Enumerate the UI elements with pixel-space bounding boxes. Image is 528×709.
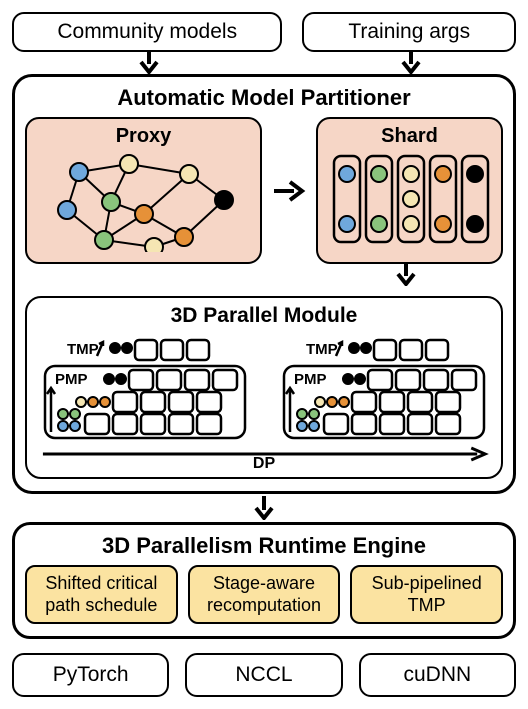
shard-title: Shard	[326, 125, 493, 148]
svg-text:TMP: TMP	[306, 341, 338, 358]
input-community-models: Community models	[12, 12, 282, 52]
backend-cudnn: cuDNN	[359, 653, 516, 697]
runtime-item-schedule: Shifted critical path schedule	[25, 565, 178, 624]
proxy-title: Proxy	[35, 125, 252, 148]
input-training-args: Training args	[302, 12, 516, 52]
parallel-module-title: 3D Parallel Module	[37, 304, 491, 328]
arrow-to-runtime	[12, 496, 516, 520]
arrow-right-icon	[272, 178, 306, 204]
runtime-title: 3D Parallelism Runtime Engine	[25, 533, 503, 559]
arrow-down-icon	[397, 52, 425, 74]
arrow-down-icon	[392, 264, 420, 286]
svg-text:PMP: PMP	[55, 371, 88, 388]
proxy-graph-icon	[49, 152, 239, 252]
automatic-model-partitioner: Automatic Model Partitioner Proxy	[12, 74, 516, 494]
arrow-down-icon	[250, 496, 278, 520]
svg-text:PMP: PMP	[294, 371, 327, 388]
arrow-shard-to-module	[25, 264, 503, 286]
shard-grid-icon	[330, 152, 490, 252]
partitioner-title: Automatic Model Partitioner	[25, 85, 503, 111]
backend-nccl: NCCL	[185, 653, 342, 697]
backend-pytorch: PyTorch	[12, 653, 169, 697]
inputs-row: Community models Training args	[12, 12, 516, 52]
runtime-engine: 3D Parallelism Runtime Engine Shifted cr…	[12, 522, 516, 639]
dp-label: DP	[253, 455, 275, 473]
proxy-panel: Proxy	[25, 117, 262, 264]
parallel-module-panel: 3D Parallel Module TMP PMP	[25, 296, 503, 479]
arrow-down-icon	[135, 52, 163, 74]
parallel-module-diagram-right: TMP PMP	[276, 334, 491, 444]
shard-panel: Shard	[316, 117, 503, 264]
runtime-item-subtmp: Sub-pipelined TMP	[350, 565, 503, 624]
backend-row: PyTorch NCCL cuDNN	[12, 653, 516, 697]
parallel-module-diagram-left: TMP PMP	[37, 334, 252, 444]
arrows-to-partitioner	[12, 52, 516, 74]
svg-text:TMP: TMP	[67, 341, 99, 358]
proxy-shard-row: Proxy	[25, 117, 503, 264]
runtime-item-recompute: Stage-aware recomputation	[188, 565, 341, 624]
